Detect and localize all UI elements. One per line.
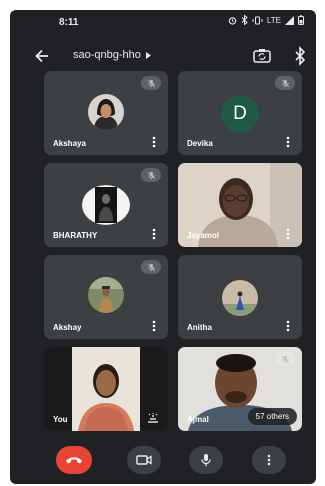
meeting-header: sao-qnbg-hho — [10, 43, 316, 69]
participant-name: You — [53, 415, 68, 424]
bluetooth-icon — [241, 15, 248, 25]
alarm-icon — [228, 16, 237, 25]
muted-indicator — [141, 76, 161, 90]
muted-indicator — [275, 352, 295, 366]
participant-name: Devika — [187, 139, 213, 148]
mic-off-icon — [281, 355, 289, 363]
more-options-icon — [267, 454, 271, 466]
meeting-code: sao-qnbg-hho — [73, 49, 141, 61]
call-controls — [10, 440, 316, 484]
mic-off-icon — [147, 171, 155, 179]
more-vert-icon[interactable] — [285, 320, 291, 332]
mic-off-icon — [281, 79, 289, 87]
participant-name: Akshay — [53, 323, 82, 332]
chevron-right-icon — [145, 51, 151, 59]
more-vert-icon[interactable] — [151, 228, 157, 240]
switch-camera-icon[interactable] — [252, 46, 272, 66]
microphone-icon — [201, 454, 211, 466]
participant-tile[interactable]: D Devika — [178, 71, 302, 155]
mic-off-icon — [147, 79, 155, 87]
status-icons: LTE — [228, 15, 304, 25]
others-count-button[interactable]: 57 others — [247, 408, 297, 425]
self-view-tile[interactable]: You — [44, 347, 168, 431]
more-vert-icon[interactable] — [285, 136, 291, 148]
participant-tile[interactable]: Akshay — [44, 255, 168, 339]
participant-name: BHARATHY — [53, 231, 98, 240]
more-vert-icon[interactable] — [151, 136, 157, 148]
audio-output-bluetooth-icon[interactable] — [292, 46, 308, 66]
participant-initial-avatar: D — [221, 95, 259, 133]
muted-indicator — [141, 260, 161, 274]
camera-toggle-button[interactable] — [127, 446, 161, 474]
participant-tile[interactable]: Jayamol — [178, 163, 302, 247]
meet-screen: 8:11 LTE sao-qnbg-hho Akshaya D Devika B… — [10, 10, 316, 484]
participant-avatar — [88, 94, 124, 130]
vibrate-icon — [252, 16, 263, 24]
muted-indicator — [141, 168, 161, 182]
participant-avatar — [222, 280, 258, 316]
effects-icon[interactable] — [146, 412, 160, 424]
participant-name: Ajmal — [187, 415, 209, 424]
microphone-toggle-button[interactable] — [189, 446, 223, 474]
meeting-code-button[interactable]: sao-qnbg-hho — [73, 49, 151, 61]
signal-icon — [285, 15, 294, 25]
participant-avatar — [88, 277, 124, 313]
participant-tile[interactable]: BHARATHY — [44, 163, 168, 247]
camera-icon — [136, 455, 152, 465]
end-call-icon — [66, 457, 82, 464]
more-vert-icon[interactable] — [285, 228, 291, 240]
participant-name: Anitha — [187, 323, 212, 332]
more-vert-icon[interactable] — [151, 320, 157, 332]
mic-off-icon — [147, 263, 155, 271]
status-bar: 8:11 LTE — [10, 10, 316, 36]
battery-icon — [298, 15, 304, 25]
participant-tile[interactable]: Akshaya — [44, 71, 168, 155]
participant-name: Jayamol — [187, 231, 220, 240]
back-arrow-icon[interactable] — [32, 46, 52, 66]
more-options-button[interactable] — [252, 446, 286, 474]
participant-tile[interactable]: Ajmal 57 others — [178, 347, 302, 431]
muted-indicator — [275, 76, 295, 90]
participant-name: Akshaya — [53, 139, 86, 148]
participant-avatar — [82, 185, 130, 225]
participant-tile[interactable]: Anitha — [178, 255, 302, 339]
end-call-button[interactable] — [56, 446, 92, 474]
network-type: LTE — [266, 15, 281, 25]
status-time: 8:11 — [59, 17, 79, 28]
